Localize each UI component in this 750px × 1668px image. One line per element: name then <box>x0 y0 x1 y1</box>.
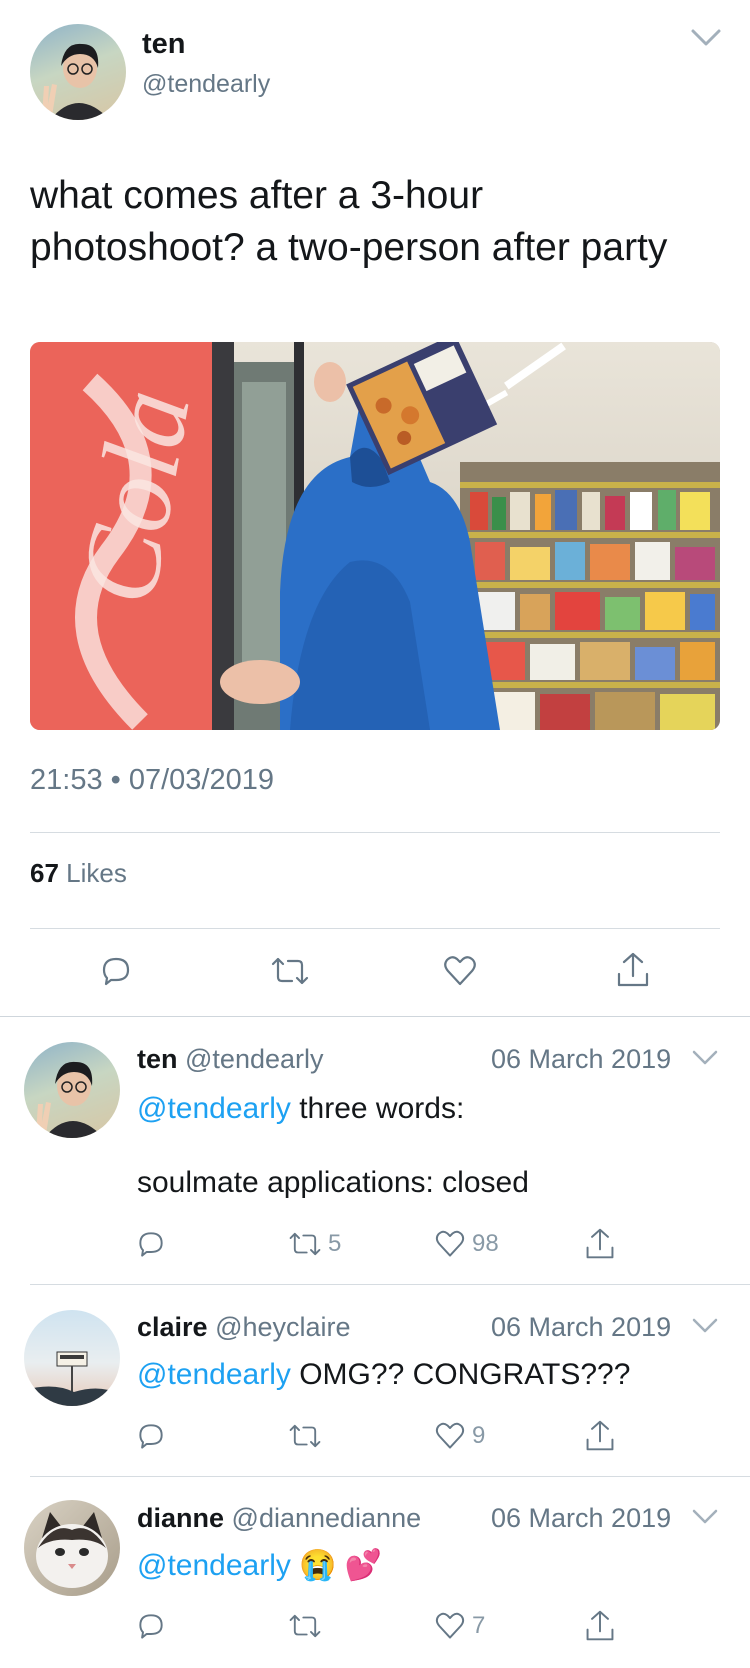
reply-text: @tendearly 😭 💕 <box>137 1548 382 1583</box>
reply-button[interactable] <box>135 1420 167 1452</box>
divider <box>30 1476 750 1477</box>
retweet-icon <box>289 1232 321 1256</box>
reply-date[interactable]: 06 March 2019 <box>491 1044 671 1075</box>
retweet-button[interactable]: 5 <box>288 1228 341 1260</box>
chevron-down-icon[interactable] <box>692 1318 718 1334</box>
share-icon <box>586 1420 614 1451</box>
author-handle[interactable]: @tendearly <box>142 70 270 99</box>
like-button[interactable]: 7 <box>434 1610 485 1642</box>
retweet-button[interactable] <box>270 953 310 989</box>
divider <box>30 1284 750 1285</box>
reply-icon <box>139 1232 163 1257</box>
like-count: 7 <box>472 1612 486 1639</box>
person-avatar-image <box>42 43 110 120</box>
reply-avatar[interactable] <box>24 1310 120 1406</box>
reply-text-line2: soulmate applications: closed <box>137 1166 529 1199</box>
reply-button[interactable] <box>98 953 134 989</box>
mention-link[interactable]: @tendearly <box>137 1092 291 1125</box>
reply-author-handle[interactable]: @diannedianne <box>232 1503 422 1533</box>
reply-header: ten @tendearly <box>137 1044 324 1075</box>
retweet-button[interactable] <box>288 1420 328 1452</box>
tweet-timestamp[interactable]: 21:53 • 07/03/2019 <box>30 764 274 797</box>
cat-image <box>36 1512 108 1588</box>
heart-icon <box>435 1230 465 1257</box>
convenience-store-image: Cola <box>30 342 720 730</box>
reply-author-name[interactable]: dianne <box>137 1503 224 1533</box>
like-button[interactable] <box>442 953 478 989</box>
divider <box>30 832 720 833</box>
retweet-count: 5 <box>328 1230 342 1257</box>
likes-count: 67 <box>30 858 59 888</box>
like-count: 98 <box>472 1230 499 1257</box>
reply-header: claire @heyclaire <box>137 1312 351 1343</box>
divider <box>30 928 720 929</box>
chevron-down-icon[interactable] <box>690 28 722 48</box>
street-sign-image <box>24 1351 120 1406</box>
share-button[interactable] <box>584 1226 616 1262</box>
like-button[interactable]: 98 <box>434 1228 499 1260</box>
retweet-icon <box>289 1424 321 1448</box>
share-icon <box>617 952 649 987</box>
reply-text: @tendearly OMG?? CONGRATS??? <box>137 1358 630 1392</box>
reply-text-line1: three words: <box>299 1092 465 1125</box>
mention-link[interactable]: @tendearly <box>137 1549 291 1582</box>
section-divider <box>0 1016 750 1017</box>
reply-avatar[interactable] <box>24 1500 120 1596</box>
reply-text: @tendearly three words: <box>137 1092 464 1126</box>
author-avatar[interactable] <box>30 24 126 120</box>
reply-author-handle[interactable]: @heyclaire <box>215 1312 350 1342</box>
chevron-down-icon[interactable] <box>692 1050 718 1066</box>
chevron-down-icon[interactable] <box>692 1509 718 1525</box>
heart-icon <box>435 1422 465 1449</box>
reply-header: dianne @diannedianne <box>137 1503 421 1534</box>
share-button[interactable] <box>615 950 651 990</box>
likes-label: Likes <box>66 858 127 888</box>
retweet-icon <box>289 1614 321 1638</box>
reply-author-handle[interactable]: @tendearly <box>185 1044 323 1074</box>
likes-stat[interactable]: 67 Likes <box>30 858 127 889</box>
retweet-button[interactable] <box>288 1610 328 1642</box>
reply-date[interactable]: 06 March 2019 <box>491 1503 671 1534</box>
reply-author-name[interactable]: ten <box>137 1044 178 1074</box>
mention-link[interactable]: @tendearly <box>137 1358 291 1391</box>
share-button[interactable] <box>584 1608 616 1644</box>
reply-date[interactable]: 06 March 2019 <box>491 1312 671 1343</box>
retweet-icon <box>271 957 309 985</box>
reply-icon <box>139 1614 163 1639</box>
heart-icon <box>435 1612 465 1639</box>
heart-icon <box>444 956 476 986</box>
reply-icon <box>139 1424 163 1449</box>
reply-body: OMG?? CONGRATS??? <box>299 1358 631 1391</box>
share-icon <box>586 1610 614 1641</box>
share-button[interactable] <box>584 1418 616 1454</box>
tweet-text: what comes after a 3-hour photoshoot? a … <box>30 174 668 269</box>
reply-button[interactable] <box>135 1610 167 1642</box>
tweet-photo[interactable]: Cola <box>30 342 720 730</box>
like-button[interactable]: 9 <box>434 1420 485 1452</box>
like-count: 9 <box>472 1422 486 1449</box>
author-name[interactable]: ten <box>142 28 186 61</box>
reply-avatar[interactable] <box>24 1042 120 1138</box>
share-icon <box>586 1228 614 1259</box>
reply-icon <box>102 957 130 986</box>
reply-body: 😭 💕 <box>299 1549 383 1582</box>
reply-author-name[interactable]: claire <box>137 1312 208 1342</box>
reply-button[interactable] <box>135 1228 167 1260</box>
person-avatar-image <box>36 1061 104 1138</box>
